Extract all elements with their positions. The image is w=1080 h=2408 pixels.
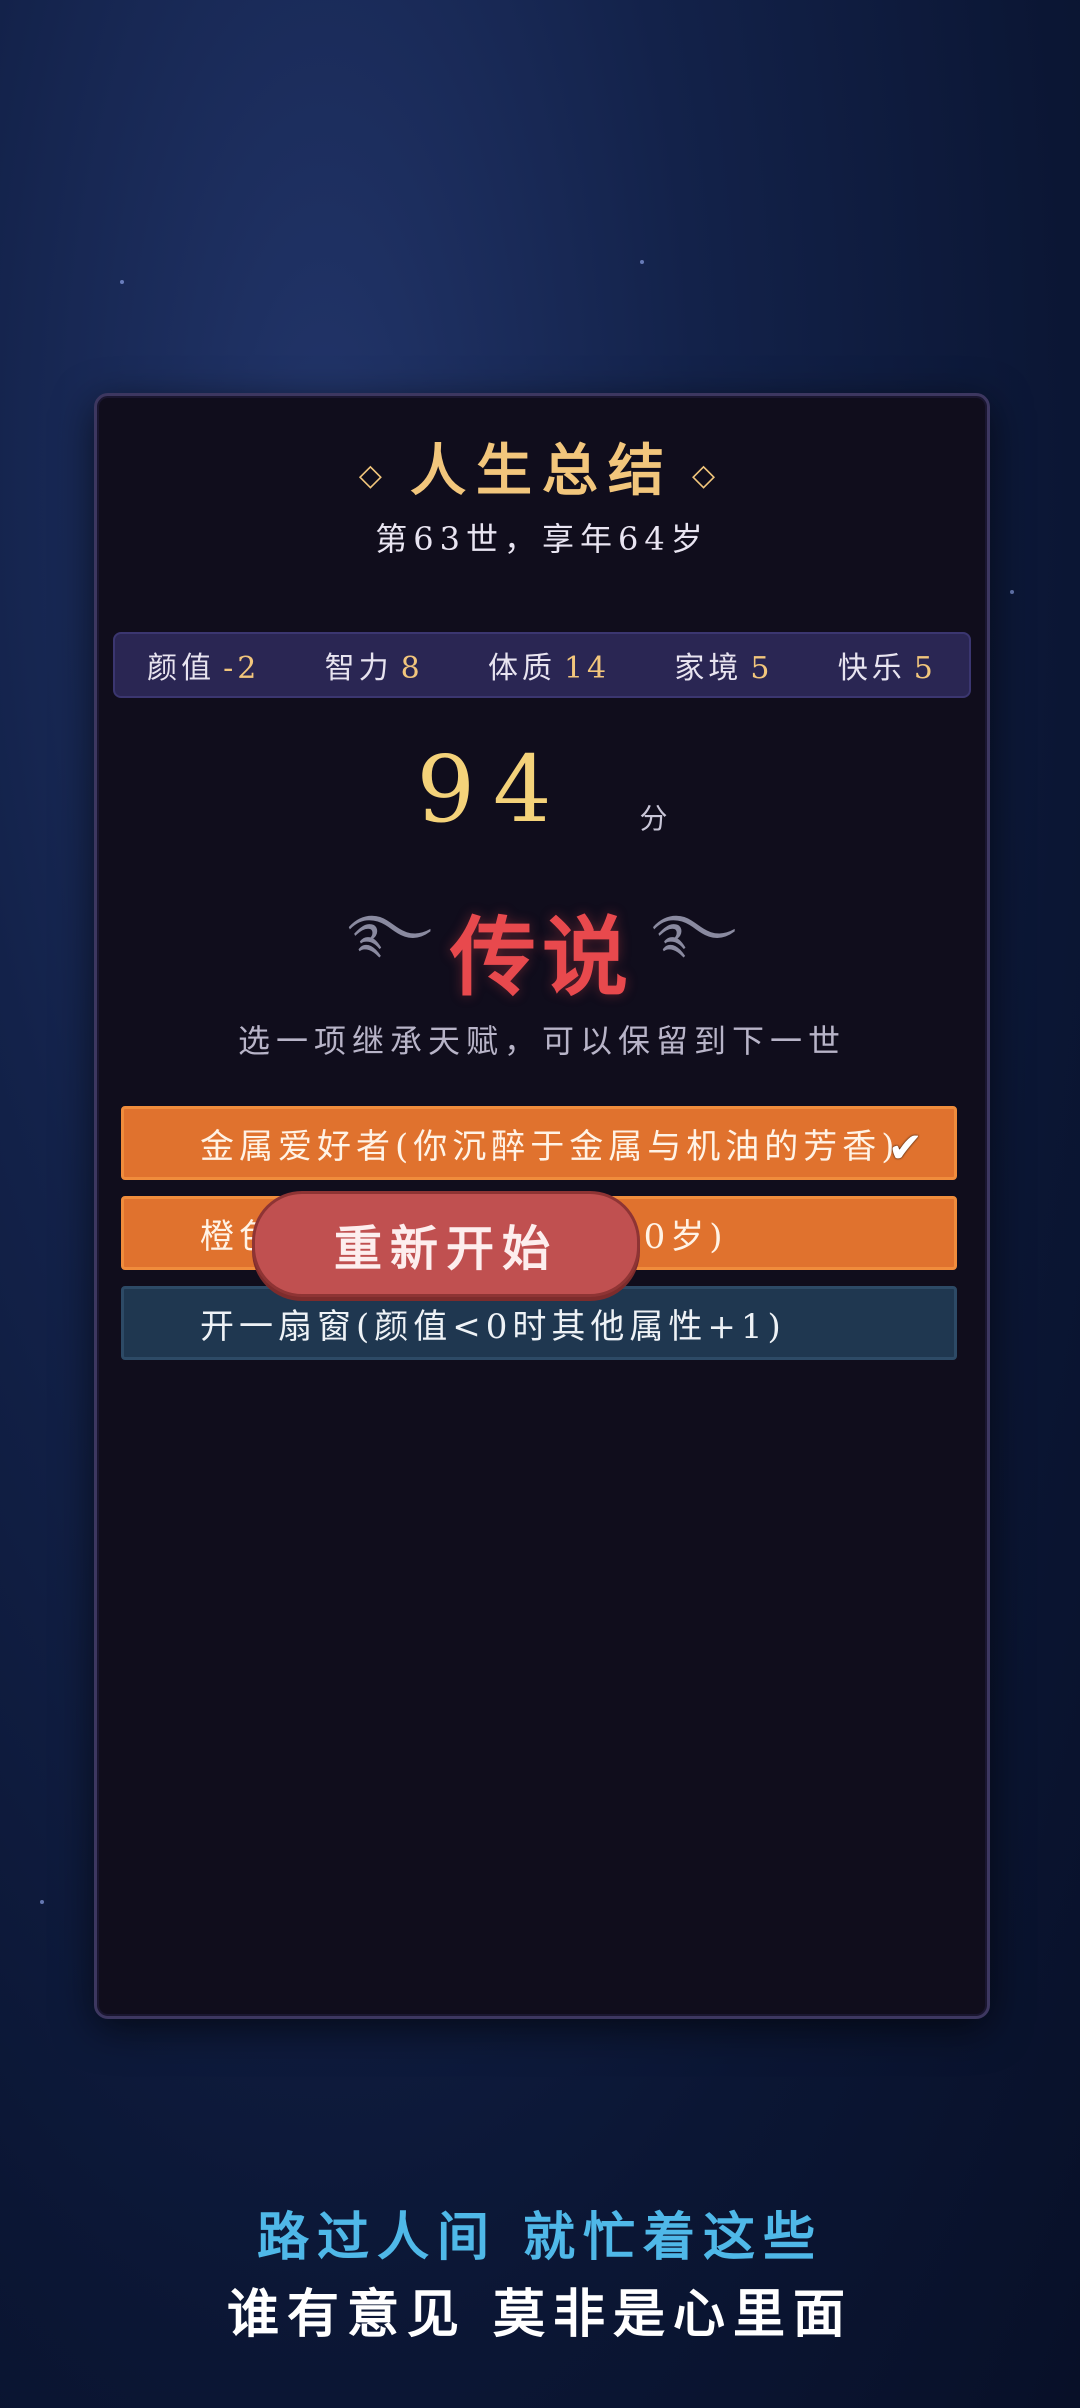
stat-appearance: 颜值 -2 bbox=[147, 651, 261, 686]
check-icon: ✔ bbox=[887, 1123, 928, 1172]
lyric-line-1: 路过人间 就忙着这些 bbox=[256, 2207, 824, 2268]
summary-title: ◇ 人生总结 ◇ bbox=[97, 426, 987, 507]
talent-option-3[interactable]: 开一扇窗(颜值<0时其他属性+1) bbox=[121, 1286, 957, 1360]
stat-happiness: 快乐 5 bbox=[837, 651, 937, 686]
cloud-swirl-left-icon: ࿐ bbox=[347, 904, 432, 964]
talent-text: 开一扇窗(颜值<0时其他属性+1) bbox=[200, 1306, 786, 1347]
stats-bar: 颜值 -2 智力 8 体质 14 家境 5 快乐 5 bbox=[113, 632, 971, 698]
summary-title-text: 人生总结 bbox=[410, 438, 674, 504]
stat-constitution: 体质 14 bbox=[487, 651, 611, 686]
stat-family: 家境 5 bbox=[674, 651, 774, 686]
score-value: 94 bbox=[416, 736, 570, 843]
inherit-hint: 选一项继承天赋，可以保留到下一世 bbox=[237, 1022, 846, 1060]
background-star bbox=[40, 1900, 44, 1904]
life-subtitle: 第63世，享年64岁 bbox=[375, 520, 709, 558]
background-star bbox=[120, 280, 124, 284]
score-display: 94 分 bbox=[97, 736, 987, 856]
score-unit: 分 bbox=[639, 801, 668, 835]
cloud-swirl-right-icon: ࿐ bbox=[652, 904, 737, 964]
diamond-icon: ◇ bbox=[692, 457, 726, 493]
rank-label: 传说 bbox=[450, 906, 634, 1008]
stat-intelligence: 智力 8 bbox=[324, 651, 424, 686]
talent-option-1[interactable]: 金属爱好者(你沉醉于金属与机油的芳香) ✔ bbox=[121, 1106, 957, 1180]
rank-row: ࿐ 传说 ࿐ bbox=[97, 876, 987, 1022]
talent-text: 金属爱好者(你沉醉于金属与机油的芳香) bbox=[200, 1126, 900, 1167]
background-star bbox=[640, 260, 644, 264]
restart-button[interactable]: 重新开始 bbox=[252, 1191, 640, 1297]
background-star bbox=[1010, 590, 1014, 594]
lyric-line-2: 谁有意见 莫非是心里面 bbox=[226, 2284, 854, 2345]
diamond-icon: ◇ bbox=[358, 457, 392, 493]
